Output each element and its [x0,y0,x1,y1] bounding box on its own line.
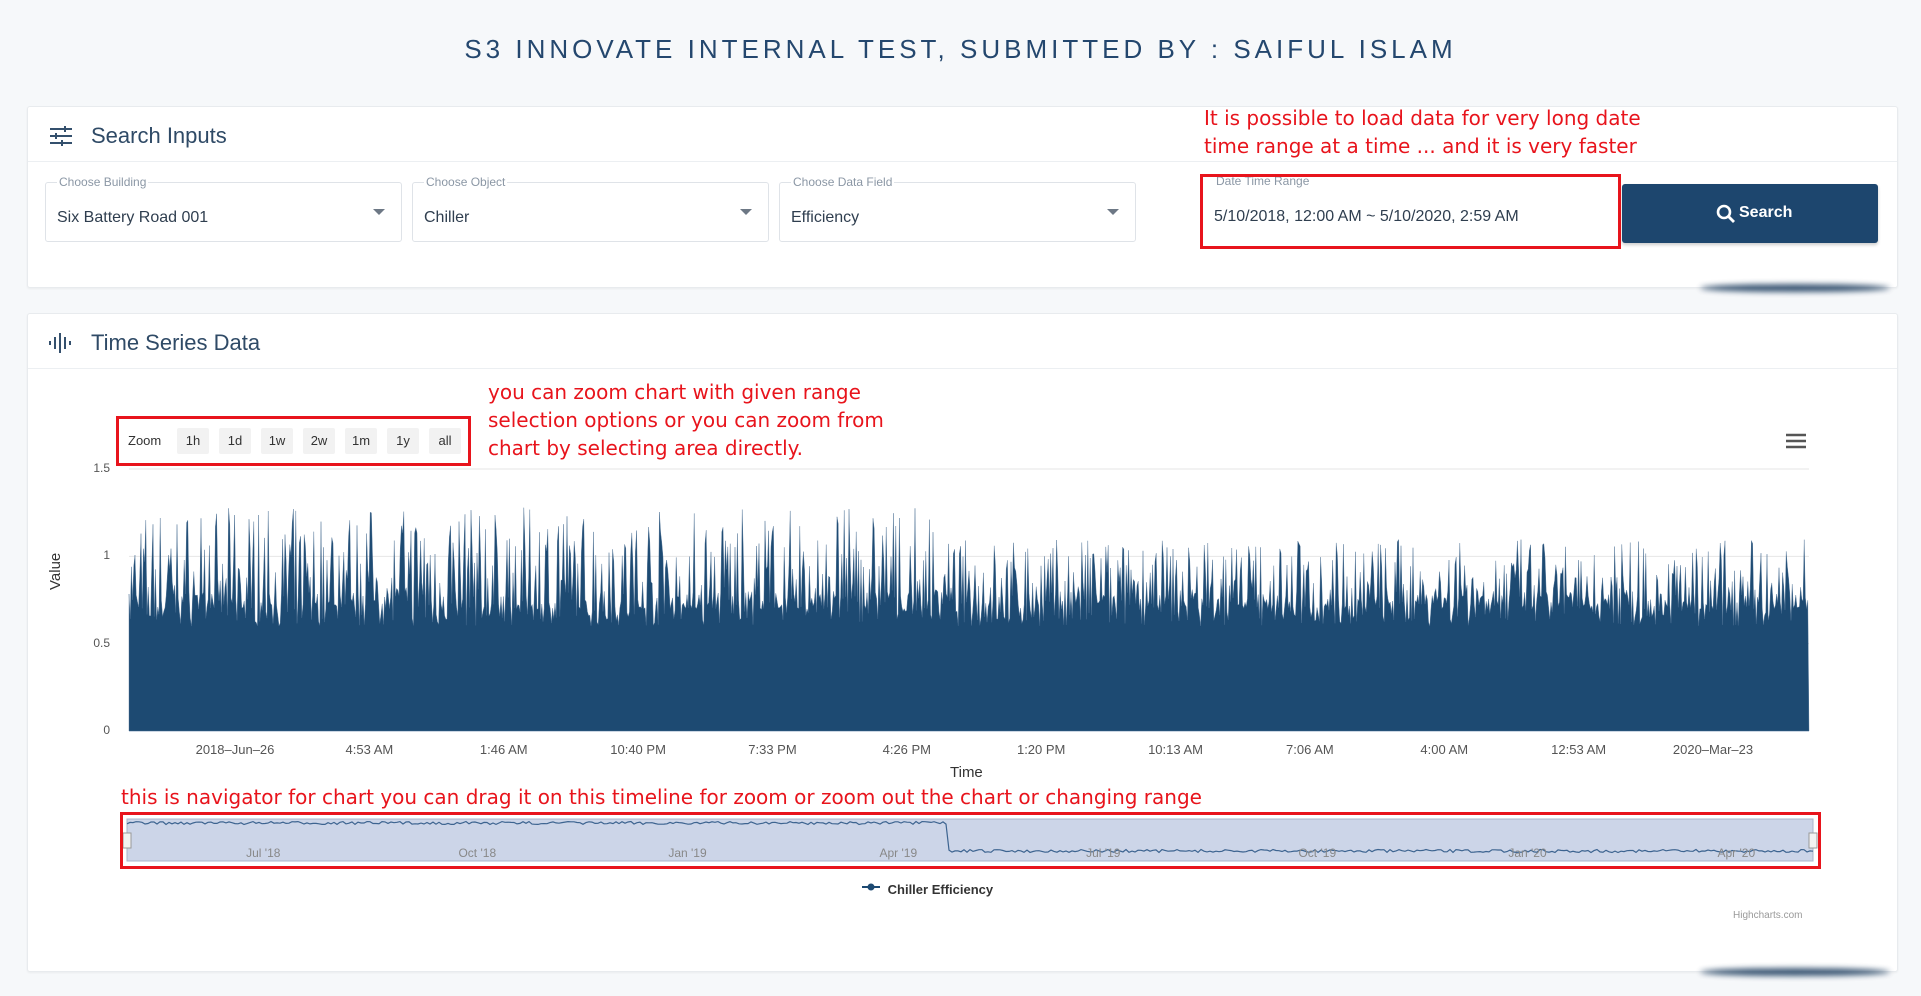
y-axis-title: Value [47,552,64,590]
x-axis-title: Time [950,764,983,781]
x-tick-label: 2020–Mar–23 [1672,742,1754,757]
x-tick-label: 12:53 AM [1551,742,1607,757]
legend-item[interactable]: Chiller Efficiency [862,882,993,897]
x-tick-label: 10:13 AM [1148,742,1203,757]
x-tick-label: 4:53 AM [345,742,394,757]
legend-marker-icon [862,879,880,894]
y-tick-label: 0.5 [93,635,110,650]
x-tick-label: 1:46 AM [479,742,528,757]
legend-label: Chiller Efficiency [887,882,994,897]
y-tick-label: 0 [103,723,110,737]
x-tick-label: 7:06 AM [1286,742,1334,757]
x-tick-label: 7:33 PM [748,742,797,757]
y-tick-label: 1 [103,548,110,563]
x-tick-label: 4:00 AM [1420,742,1469,757]
x-tick-label: 10:40 PM [610,742,666,757]
navigator-annotation: this is navigator for chart you can drag… [121,785,1202,809]
navigator-highlight [120,812,1821,869]
x-tick-label: 1:20 PM [1016,742,1066,757]
y-tick-label: 1.5 [93,461,110,475]
series-area-chiller-efficiency[interactable] [128,507,1810,732]
x-tick-label: 2018–Jun–26 [195,742,275,757]
credits: Highcharts.com [1733,910,1803,921]
x-tick-label: 4:26 PM [882,742,932,757]
